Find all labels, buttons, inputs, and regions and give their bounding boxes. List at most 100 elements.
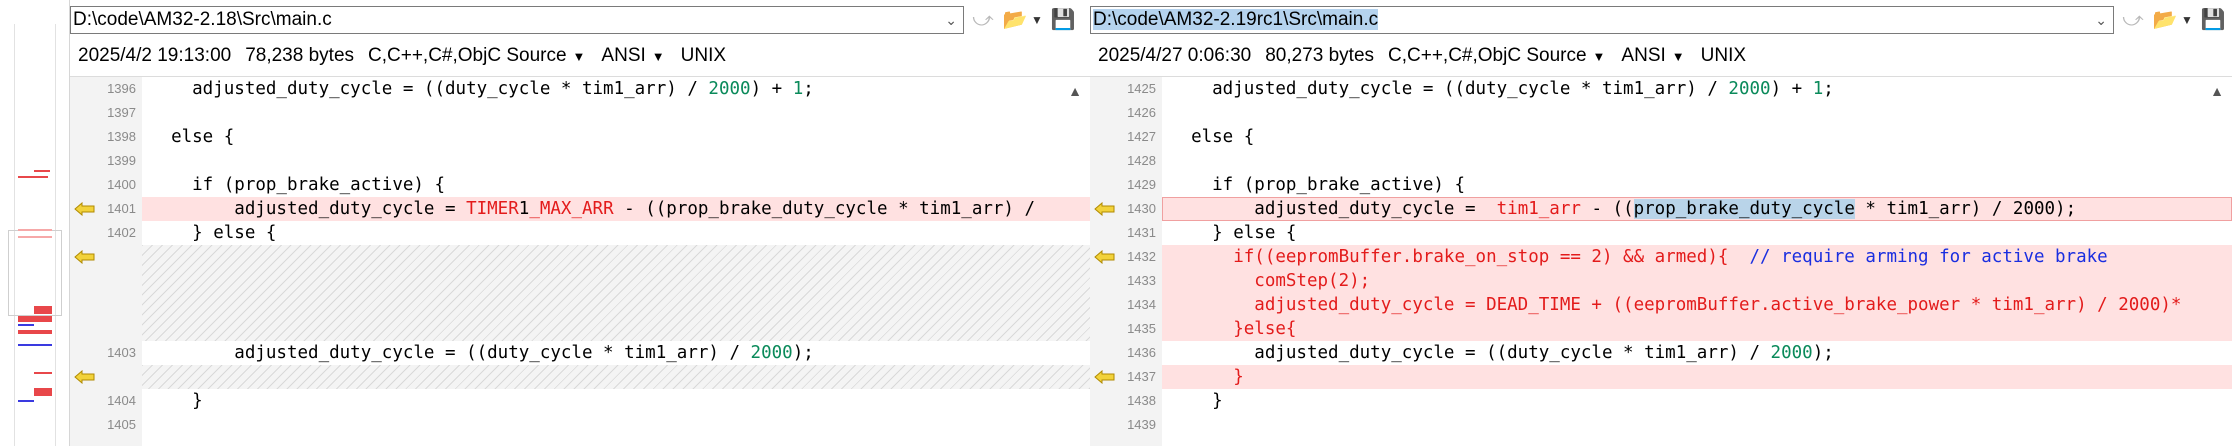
- save-icon[interactable]: 💾: [2200, 7, 2226, 33]
- code-token: }: [1170, 367, 1244, 387]
- chevron-down-icon[interactable]: ⌄: [945, 7, 957, 33]
- line-number: 1436: [1127, 345, 1156, 360]
- chevron-down-icon[interactable]: ▼: [1030, 7, 1044, 33]
- overview-marker: [34, 306, 52, 314]
- file-size: 78,238 bytes: [245, 45, 355, 66]
- line-text: adjusted_duty_cycle = DEAD_TIME + ((eepr…: [1170, 293, 2181, 317]
- code-line[interactable]: 1401 adjusted_duty_cycle = TIMER1_MAX_AR…: [70, 197, 1090, 221]
- code-line[interactable]: 1436 adjusted_duty_cycle = ((duty_cycle …: [1090, 341, 2232, 365]
- code-line[interactable]: 1433 comStep(2);: [1090, 269, 2232, 293]
- eol-label: UNIX: [1700, 45, 1747, 66]
- code-line[interactable]: 1402 } else {: [70, 221, 1090, 245]
- file-size: 80,273 bytes: [1265, 45, 1375, 66]
- code-line[interactable]: 1432 if((eepromBuffer.brake_on_stop == 2…: [1090, 245, 2232, 269]
- format-select[interactable]: C,C++,C#,ObjC Source: [1388, 45, 1587, 67]
- code-line[interactable]: 1403 adjusted_duty_cycle = ((duty_cycle …: [70, 341, 1090, 365]
- encoding-select[interactable]: ANSI: [1621, 45, 1665, 67]
- line-number: 1438: [1127, 393, 1156, 408]
- code-line[interactable]: 1437 }: [1090, 365, 2232, 389]
- code-line[interactable]: 1405: [70, 413, 1090, 437]
- code-line[interactable]: 1439: [1090, 413, 2232, 437]
- right-file-info: 2025/4/27 0:06:30 80,273 bytes C,C++,C#,…: [1098, 42, 1760, 70]
- code-line[interactable]: 1400 if (prop_brake_active) {: [70, 173, 1090, 197]
- code-token: 1: [518, 199, 530, 219]
- line-number: 1397: [107, 105, 136, 120]
- code-line[interactable]: 1398 else {: [70, 125, 1090, 149]
- line-number: 1403: [107, 345, 136, 360]
- code-token: );: [792, 343, 814, 363]
- code-line[interactable]: 1397: [70, 101, 1090, 125]
- line-number: 1432: [1127, 249, 1156, 264]
- line-text: adjusted_duty_cycle = ((duty_cycle * tim…: [150, 341, 814, 365]
- save-icon[interactable]: 💾: [1050, 7, 1076, 33]
- line-text: }else{: [1170, 317, 1296, 341]
- overview-marker: [34, 170, 50, 172]
- code-token: 1: [792, 79, 804, 99]
- code-token: adjusted_duty_cycle = ((duty_cycle * tim…: [150, 79, 709, 99]
- chevron-down-icon[interactable]: ▼: [652, 49, 665, 64]
- code-line[interactable]: 1404 }: [70, 389, 1090, 413]
- overview-marker: [18, 229, 52, 231]
- code-token: else {: [1170, 127, 1255, 147]
- chevron-down-icon[interactable]: ▼: [1593, 49, 1606, 64]
- code-line[interactable]: 1425 adjusted_duty_cycle = ((duty_cycle …: [1090, 77, 2232, 101]
- code-line[interactable]: 1434 adjusted_duty_cycle = DEAD_TIME + (…: [1090, 293, 2232, 317]
- line-number: 1405: [107, 417, 136, 432]
- code-line[interactable]: 1426: [1090, 101, 2232, 125]
- chevron-down-icon[interactable]: ▼: [1672, 49, 1685, 64]
- overview-viewport[interactable]: [8, 230, 62, 316]
- line-number: 1401: [107, 201, 136, 216]
- change-arrow-icon[interactable]: [74, 250, 96, 264]
- line-number: 1429: [1127, 177, 1156, 192]
- code-token: }else{: [1170, 319, 1297, 339]
- code-token: );: [1812, 343, 1834, 363]
- code-token: ) +: [1770, 79, 1813, 99]
- next-diff-icon[interactable]: ⤻: [970, 7, 996, 33]
- code-line[interactable]: 1438 }: [1090, 389, 2232, 413]
- code-token: adjusted_duty_cycle = ((duty_cycle * tim…: [1170, 343, 1771, 363]
- overview-marker: [18, 400, 34, 402]
- format-select[interactable]: C,C++,C#,ObjC Source: [368, 45, 567, 67]
- line-number: 1427: [1127, 129, 1156, 144]
- chevron-down-icon[interactable]: ▼: [573, 49, 586, 64]
- left-file-pane: D:\code\AM32-2.18\Src\main.c ⌄ ⤻ 📂 ▼ 💾 2…: [70, 0, 1090, 446]
- next-diff-icon[interactable]: ⤻: [2120, 7, 2146, 33]
- code-line[interactable]: 1427 else {: [1090, 125, 2232, 149]
- code-token: _MAX_ARR: [529, 199, 614, 219]
- code-line[interactable]: 1429 if (prop_brake_active) {: [1090, 173, 2232, 197]
- line-number: 1431: [1127, 225, 1156, 240]
- line-text: adjusted_duty_cycle = ((duty_cycle * tim…: [1170, 341, 1834, 365]
- right-path-input[interactable]: D:\code\AM32-2.19rc1\Src\main.c ⌄: [1090, 6, 2114, 34]
- code-line[interactable]: 1431 } else {: [1090, 221, 2232, 245]
- changed-line-highlight: [1162, 317, 2232, 341]
- overview-marker: [18, 316, 52, 322]
- code-token: if (prop_brake_active) {: [150, 175, 446, 195]
- line-text: if (prop_brake_active) {: [1170, 173, 1465, 197]
- eol-label: UNIX: [680, 45, 727, 66]
- overview-marker: [18, 176, 48, 178]
- left-path-input[interactable]: D:\code\AM32-2.18\Src\main.c ⌄: [70, 6, 964, 34]
- encoding-select[interactable]: ANSI: [601, 45, 645, 67]
- diff-overview[interactable]: [0, 0, 70, 446]
- folder-open-icon[interactable]: 📂: [2152, 7, 2178, 33]
- right-code-view[interactable]: ▲ 1425 adjusted_duty_cycle = ((duty_cycl…: [1090, 76, 2232, 446]
- left-code-view[interactable]: ▲ 1396 adjusted_duty_cycle = ((duty_cycl…: [70, 76, 1090, 446]
- code-line[interactable]: 1430 adjusted_duty_cycle = tim1_arr - ((…: [1090, 197, 2232, 221]
- line-text: adjusted_duty_cycle = ((duty_cycle * tim…: [1170, 77, 1834, 101]
- code-line[interactable]: 1435 }else{: [1090, 317, 2232, 341]
- code-line[interactable]: 1428: [1090, 149, 2232, 173]
- line-text: if((eepromBuffer.brake_on_stop == 2) && …: [1170, 245, 2108, 269]
- code-line[interactable]: 1399: [70, 149, 1090, 173]
- line-text: } else {: [1170, 221, 1296, 245]
- folder-open-icon[interactable]: 📂: [1002, 7, 1028, 33]
- chevron-down-icon[interactable]: ▼: [2180, 7, 2194, 33]
- overview-marker: [18, 236, 52, 238]
- change-arrow-icon[interactable]: [74, 370, 96, 384]
- line-text: if (prop_brake_active) {: [150, 173, 445, 197]
- chevron-down-icon[interactable]: ⌄: [2095, 7, 2107, 33]
- line-number: 1398: [107, 129, 136, 144]
- line-number: 1428: [1127, 153, 1156, 168]
- code-token: ) +: [750, 79, 793, 99]
- code-token: * tim1_arr) / 2000);: [1854, 199, 2077, 219]
- code-line[interactable]: 1396 adjusted_duty_cycle = ((duty_cycle …: [70, 77, 1090, 101]
